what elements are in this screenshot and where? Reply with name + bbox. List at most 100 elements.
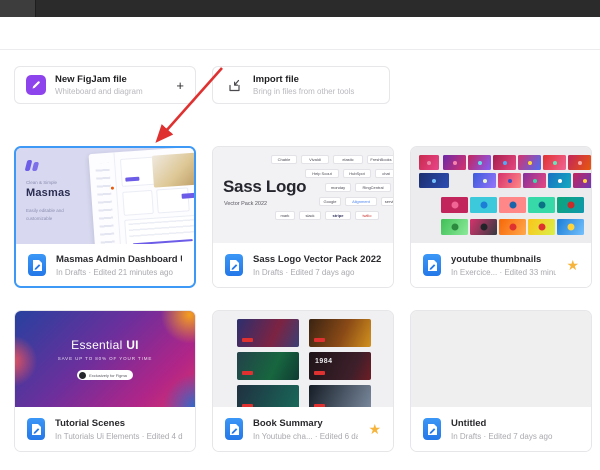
- file-card-footer: Tutorial Scenes In Tutorials Ui Elements…: [15, 407, 195, 451]
- file-thumbnail: 1984: [213, 311, 393, 407]
- file-card-masmas-admin-dashboard[interactable]: Clean & Simple Masmas Easily editable an…: [14, 146, 196, 288]
- thumbnail-tile: [468, 155, 491, 170]
- thumbnail-tile: [573, 173, 591, 188]
- thumbnail-tile: [419, 155, 439, 170]
- new-figjam-title: New FigJam file: [55, 73, 127, 85]
- tile-label: 1984: [315, 358, 333, 365]
- book-cover-tile: [309, 385, 371, 407]
- logo-pill: Google: [319, 197, 341, 206]
- thumbnail-tile: [419, 173, 449, 188]
- logo-pill: twilio: [355, 211, 379, 220]
- book-cover-tile: [309, 319, 371, 347]
- file-card-footer: Sass Logo Vector Pack 2022 (Co... In Dra…: [213, 243, 393, 287]
- badge-dot-icon: [79, 371, 87, 379]
- facebook-tile: [499, 197, 526, 213]
- logo-pill: chat: [375, 169, 393, 178]
- logo-pill: Vivaldi: [301, 155, 329, 164]
- thumbnail-tile: [473, 173, 496, 188]
- tiktok-tile: [470, 219, 497, 235]
- figma-file-icon: [423, 418, 441, 440]
- file-card-footer: Masmas Admin Dashboard UI Kit (... In Dr…: [16, 244, 194, 286]
- thumb-tagline: Easily editable and customizable: [26, 208, 64, 221]
- linkedin-tile: [528, 197, 555, 213]
- logo-pill: FreshBooks: [367, 155, 393, 164]
- social-tile: [528, 219, 555, 235]
- book-cover-tile: 1984: [309, 352, 371, 380]
- thumb-heading: Essential UI: [71, 338, 139, 352]
- whatsapp-tile: [441, 219, 468, 235]
- file-card-book-summary[interactable]: 1984 Book Summary In Youtube cha... · Ed…: [212, 310, 394, 452]
- thumbnail-tile: [523, 173, 546, 188]
- import-icon: [224, 75, 244, 95]
- file-thumbnail: [411, 147, 591, 243]
- plus-icon[interactable]: +: [176, 79, 184, 92]
- file-title: Sass Logo Vector Pack 2022 (Co...: [253, 253, 381, 265]
- thumbnail-tile: [493, 155, 516, 170]
- new-figjam-file-button[interactable]: New FigJam file Whiteboard and diagram +: [14, 66, 196, 104]
- thumb-badge: Exclusively for Figma: [77, 370, 133, 380]
- file-meta: In Youtube cha... · Edited 6 days ago: [253, 431, 358, 441]
- file-card-footer: youtube thumbnails In Exercice... · Edit…: [411, 243, 591, 287]
- thumb-brand-name: Masmas: [26, 187, 71, 199]
- figma-file-icon: [423, 254, 441, 276]
- file-title: Book Summary: [253, 417, 323, 429]
- pinterest-tile: [557, 197, 584, 213]
- book-cover-tile: [237, 319, 299, 347]
- twitter-tile: [470, 197, 497, 213]
- mockup-sidebar: [88, 152, 122, 244]
- mockup-card: [122, 189, 154, 216]
- window-topbar: [0, 0, 600, 17]
- mockup-button: [181, 192, 194, 199]
- mockup-card: [156, 187, 190, 214]
- file-card-youtube-thumbnails[interactable]: youtube thumbnails In Exercice... · Edit…: [410, 146, 592, 288]
- thumb-eyebrow: Clean & Simple: [26, 180, 58, 185]
- logo-pill: mark: [275, 211, 295, 220]
- thumbnail-tile: [543, 155, 566, 170]
- import-file-button[interactable]: Import file Bring in files from other to…: [212, 66, 390, 104]
- header-divider: [0, 49, 600, 50]
- import-file-title: Import file: [253, 73, 299, 85]
- thumbnail-tile: [443, 155, 466, 170]
- file-thumbnail: Essential UI SAVE UP TO 80% OF YOUR TIME…: [15, 311, 195, 407]
- thumbnail-tile: [498, 173, 521, 188]
- logo-pill: Alignment: [345, 197, 377, 206]
- reddit-tile: [499, 219, 526, 235]
- logo-pill: Help Scout: [305, 169, 339, 178]
- figjam-icon: [26, 75, 46, 95]
- file-meta: In Tutorials Ui Elements · Edited 4 days…: [55, 431, 183, 441]
- file-thumbnail: [411, 311, 591, 407]
- mockup-card: [119, 156, 156, 187]
- favorite-star-icon[interactable]: ★: [368, 422, 381, 436]
- logo-pill: RingCentral: [355, 183, 391, 192]
- file-title: Masmas Admin Dashboard UI Kit (...: [56, 253, 182, 265]
- book-cover-tile: [237, 352, 299, 380]
- file-title: youtube thumbnails: [451, 253, 542, 265]
- dashboard-mockup: [88, 148, 194, 244]
- file-card-tutorial-scenes[interactable]: Essential UI SAVE UP TO 80% OF YOUR TIME…: [14, 310, 196, 452]
- thumbnail-tile: [568, 155, 591, 170]
- file-card-footer: Book Summary In Youtube cha... · Edited …: [213, 407, 393, 451]
- thumb-tagline: SAVE UP TO 80% OF YOUR TIME: [57, 356, 153, 361]
- snapchat-tile: [557, 219, 584, 235]
- active-file-tab[interactable]: [0, 0, 36, 17]
- logo-pill: monday: [325, 183, 351, 192]
- figma-file-icon: [27, 418, 45, 440]
- file-meta: In Drafts · Edited 7 days ago: [253, 267, 355, 277]
- figma-recents-page: New FigJam file Whiteboard and diagram +…: [0, 0, 600, 470]
- logo-pill: elastic: [333, 155, 363, 164]
- file-card-sass-logo-pack[interactable]: Sass Logo Vector Pack 2022 Chable Vivald…: [212, 146, 394, 288]
- file-title: Untitled: [451, 417, 487, 429]
- file-meta: In Drafts · Edited 21 minutes ago: [56, 267, 173, 277]
- file-card-untitled[interactable]: Untitled In Drafts · Edited 7 days ago: [410, 310, 592, 452]
- import-file-subtitle: Bring in files from other tools: [253, 87, 355, 97]
- favorite-star-icon[interactable]: ★: [566, 258, 579, 272]
- logo-pill: Chable: [271, 155, 297, 164]
- thumb-subheading: Vector Pack 2022: [224, 201, 268, 207]
- logo-pill: servi: [381, 197, 393, 206]
- logo-pill: HubSpot: [343, 169, 371, 178]
- file-thumbnail: Clean & Simple Masmas Easily editable an…: [16, 148, 194, 244]
- book-cover-tile: [237, 385, 299, 407]
- file-card-footer: Untitled In Drafts · Edited 7 days ago: [411, 407, 591, 451]
- logo-pill: stripe: [325, 211, 351, 220]
- file-title: Tutorial Scenes: [55, 417, 126, 429]
